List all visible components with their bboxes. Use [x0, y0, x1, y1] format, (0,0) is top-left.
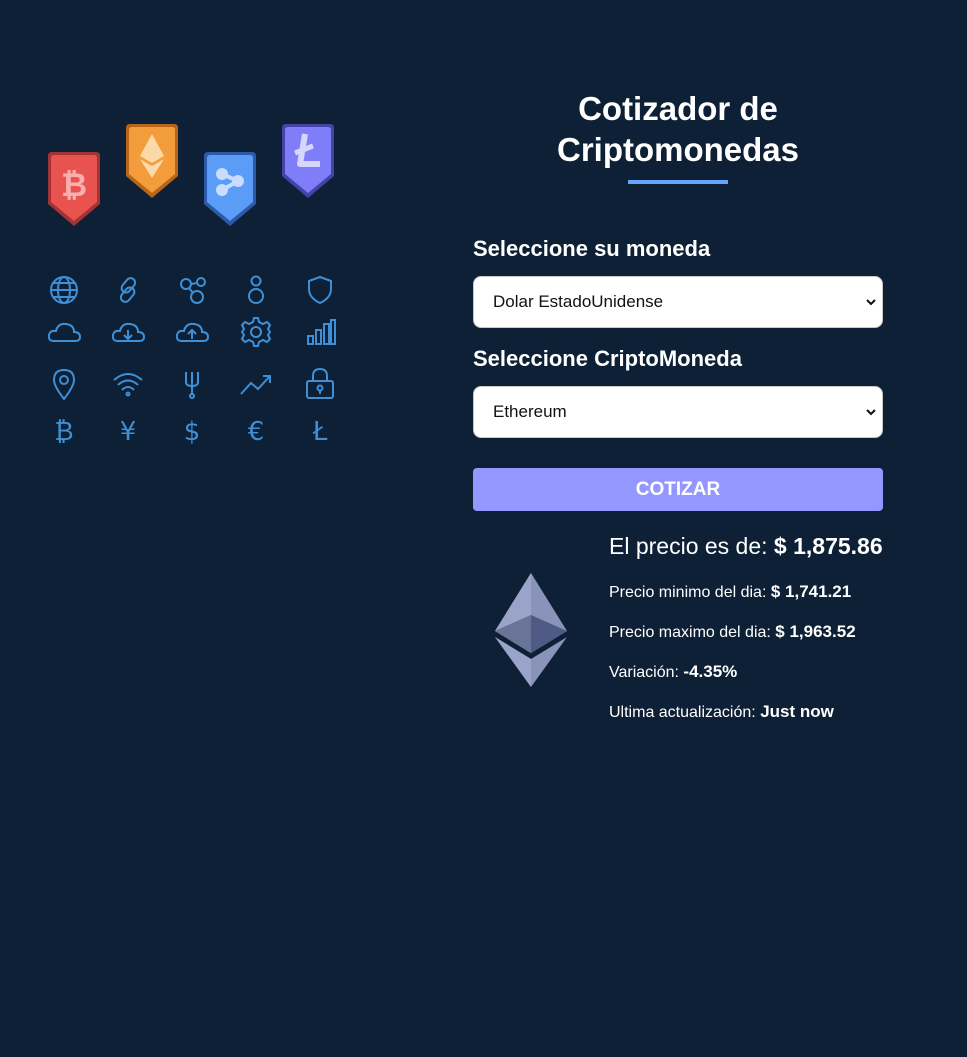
yen-icon: ¥ — [120, 417, 137, 447]
location-pin-icon — [52, 368, 76, 401]
chevron-down-icon — [866, 409, 876, 416]
crypto-illustration: ₿ ₿ ¥ $ € Ł — [30, 110, 360, 460]
cloud-download-icon — [111, 322, 146, 342]
min-price-value: $ 1,741.21 — [770, 582, 852, 601]
min-price-label: Precio minimo del dia: — [609, 584, 767, 601]
max-price-label: Precio maximo del dia: — [609, 624, 771, 641]
euro-icon: € — [248, 417, 265, 447]
currency-label: Seleccione su moneda — [473, 236, 711, 261]
currency-select[interactable]: Dolar EstadoUnidense — [473, 276, 883, 328]
svg-text:¥: ¥ — [120, 417, 137, 447]
dollar-icon: $ — [184, 417, 201, 447]
lock-icon — [306, 367, 334, 399]
updated-value: Just now — [760, 702, 834, 721]
bar-chart-icon — [307, 319, 336, 345]
price-line: El precio es de: $ 1,875.86 — [609, 533, 889, 560]
ethereum-logo-icon — [495, 573, 567, 687]
crypto-label: Seleccione CriptoMoneda — [473, 346, 742, 371]
network-icon — [180, 277, 206, 304]
gear-icon — [240, 317, 272, 347]
litecoin-badge-icon — [282, 124, 334, 198]
quote-panel: Cotizador de Criptomonedas Seleccione su… — [473, 88, 883, 753]
change-label: Variación: — [609, 664, 679, 681]
fork-icon — [185, 372, 199, 399]
trend-up-icon — [240, 375, 271, 395]
litecoin-icon: Ł — [312, 417, 328, 447]
price-label: El precio es de: — [609, 533, 768, 559]
svg-text:$: $ — [184, 417, 201, 447]
min-price-line: Precio minimo del dia: $ 1,741.21 — [609, 582, 889, 602]
svg-text:₿: ₿ — [61, 166, 87, 204]
shield-icon — [308, 275, 332, 305]
currency-select-value: Dolar EstadoUnidense — [493, 292, 664, 311]
page: ₿ ₿ ¥ $ € Ł Cotizador de Criptomonedas S… — [0, 0, 967, 1057]
page-title: Cotizador de Criptomonedas — [556, 90, 800, 168]
max-price-line: Precio maximo del dia: $ 1,963.52 — [609, 622, 889, 642]
svg-text:Ł: Ł — [312, 417, 328, 447]
cloud-upload-icon — [175, 322, 210, 342]
chevron-down-icon — [866, 299, 876, 306]
change-value: -4.35% — [683, 662, 738, 681]
user-icon — [248, 275, 264, 304]
quote-result: El precio es de: $ 1,875.86 Precio minim… — [473, 533, 883, 753]
svg-text:₿: ₿ — [54, 417, 73, 447]
bitcoin-icon: ₿ — [54, 417, 73, 447]
price-value: $ 1,875.86 — [773, 533, 883, 559]
change-line: Variación: -4.35% — [609, 662, 889, 682]
cloud-icon — [47, 322, 82, 342]
globe-icon — [50, 276, 78, 304]
svg-text:€: € — [248, 417, 265, 447]
wifi-icon — [113, 373, 143, 397]
crypto-select-value: Ethereum — [493, 402, 567, 421]
max-price-value: $ 1,963.52 — [775, 622, 856, 641]
updated-label: Ultima actualización: — [609, 704, 756, 721]
title-underline — [628, 180, 728, 184]
cotizar-button[interactable]: COTIZAR — [473, 468, 883, 511]
crypto-select[interactable]: Ethereum — [473, 386, 883, 438]
ethereum-badge-icon — [126, 124, 178, 198]
link-icon — [119, 277, 137, 303]
quote-details: El precio es de: $ 1,875.86 Precio minim… — [609, 533, 889, 722]
updated-line: Ultima actualización: Just now — [609, 702, 889, 722]
bitcoin-badge-icon: ₿ — [48, 152, 100, 226]
ripple-badge-icon — [204, 152, 256, 226]
